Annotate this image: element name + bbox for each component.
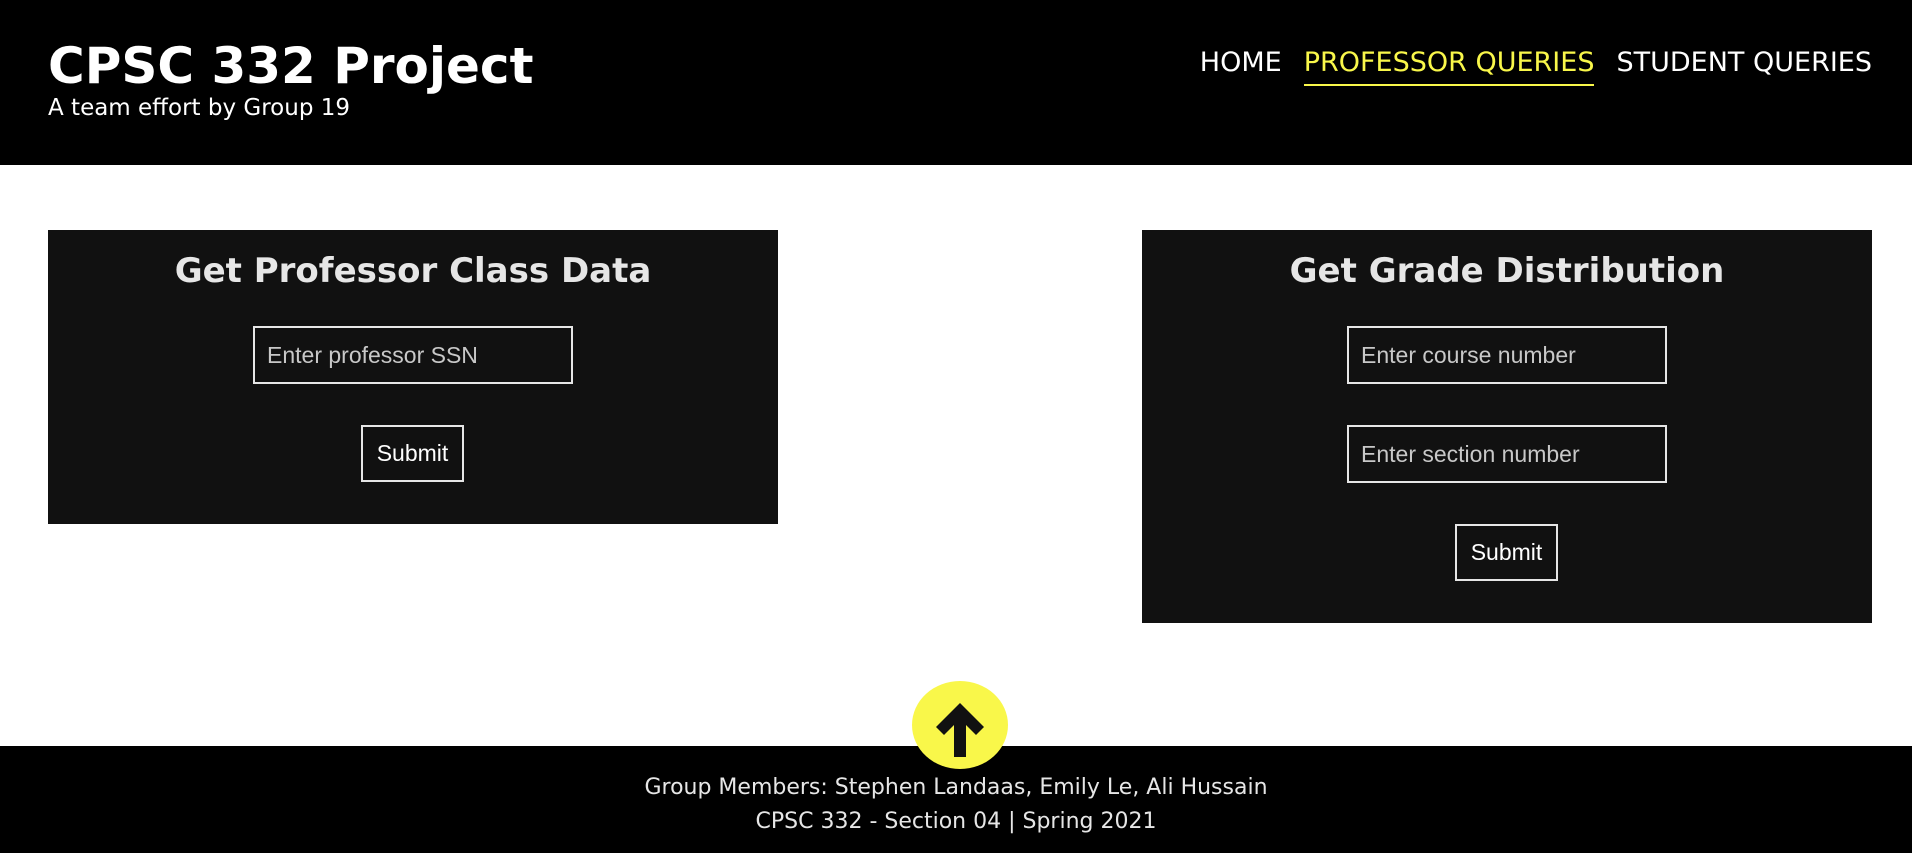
site-title: CPSC 332 Project bbox=[48, 37, 534, 95]
site-header: CPSC 332 Project A team effort by Group … bbox=[0, 0, 1912, 165]
nav-link-student-queries[interactable]: STUDENT QUERIES bbox=[1616, 46, 1872, 86]
professor-class-data-card: Get Professor Class Data Submit bbox=[48, 230, 778, 524]
grade-submit-button[interactable]: Submit bbox=[1455, 524, 1558, 581]
section-number-input[interactable] bbox=[1347, 425, 1667, 483]
main-nav: HOME PROFESSOR QUERIES STUDENT QUERIES bbox=[1200, 46, 1872, 86]
professor-ssn-input[interactable] bbox=[253, 326, 573, 384]
scroll-to-top-button[interactable] bbox=[912, 681, 1008, 769]
footer-members: Group Members: Stephen Landaas, Emily Le… bbox=[644, 775, 1268, 800]
professor-card-title: Get Professor Class Data bbox=[174, 251, 652, 291]
arrow-up-icon bbox=[936, 703, 984, 757]
grade-card-title: Get Grade Distribution bbox=[1289, 251, 1725, 291]
professor-submit-button[interactable]: Submit bbox=[361, 425, 464, 482]
nav-link-home[interactable]: HOME bbox=[1200, 46, 1282, 86]
grade-distribution-card: Get Grade Distribution Submit bbox=[1142, 230, 1872, 623]
footer-course-info: CPSC 332 - Section 04 | Spring 2021 bbox=[755, 809, 1157, 834]
course-number-input[interactable] bbox=[1347, 326, 1667, 384]
site-subtitle: A team effort by Group 19 bbox=[48, 95, 350, 121]
nav-link-professor-queries[interactable]: PROFESSOR QUERIES bbox=[1303, 46, 1595, 86]
